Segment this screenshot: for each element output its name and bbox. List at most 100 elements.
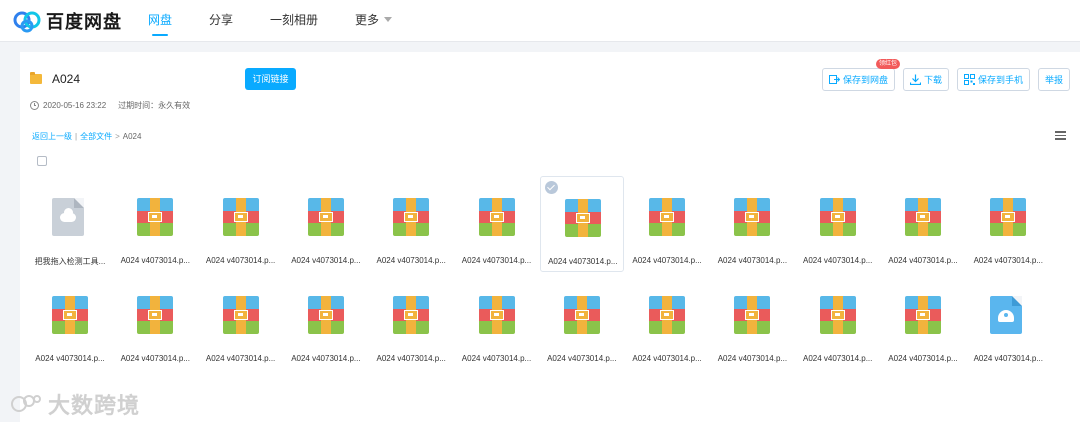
file-tile[interactable]: A024 v4073014.p... bbox=[625, 176, 709, 272]
zip-archive-icon bbox=[990, 198, 1027, 236]
save-to-phone-button[interactable]: 保存到手机 bbox=[956, 68, 1030, 91]
file-name: A024 v4073014.p... bbox=[973, 256, 1043, 265]
save-to-disk-button[interactable]: 保存到网盘 领红包 bbox=[821, 59, 900, 91]
zip-archive-icon bbox=[905, 198, 941, 236]
file-tile[interactable]: A024 v4073014.p... bbox=[455, 274, 539, 370]
file-tile[interactable]: A024 v4073014.p... bbox=[199, 274, 283, 370]
qr-code-icon bbox=[963, 74, 975, 85]
zip-archive-icon bbox=[734, 198, 771, 236]
download-button[interactable]: 下载 bbox=[902, 68, 949, 91]
watermark-text: 大数跨境 bbox=[48, 393, 141, 418]
file-name: A024 v4073014.p... bbox=[120, 256, 190, 265]
app-logo[interactable]: 百度网盘 bbox=[12, 8, 122, 34]
file-name: 把我拖入检测工具... bbox=[34, 257, 106, 266]
save-to-phone-label: 保存到手机 bbox=[977, 75, 1023, 85]
file-tile[interactable]: A024 v4073014.p... bbox=[540, 274, 624, 370]
file-tile[interactable]: A024 v4073014.p... bbox=[881, 274, 965, 370]
file-tile[interactable]: A024 v4073014.p... bbox=[710, 274, 794, 370]
file-name: A024 v4073014.p... bbox=[802, 354, 873, 363]
zip-archive-icon bbox=[649, 198, 686, 236]
nav-item-label: 网盘 bbox=[148, 13, 173, 27]
zip-archive-icon bbox=[393, 296, 430, 334]
file-tile[interactable]: A024 v4073014.p... bbox=[796, 176, 880, 272]
file-tile[interactable]: A024 v4073014.p... bbox=[369, 176, 453, 272]
file-tile[interactable]: A024 v4073014.p... bbox=[710, 176, 794, 272]
file-name: A024 v4073014.p... bbox=[120, 354, 190, 363]
action-toolbar: 保存到网盘 领红包 下载 保存到手机 举报 bbox=[814, 59, 1070, 91]
watermark-logo-icon bbox=[10, 391, 44, 417]
share-panel: A024 订阅链接 2020-05-16 23:22 过期时间：永久有效 保存到… bbox=[20, 52, 1080, 422]
main-nav: 网盘 分享 一刻相册 更多 bbox=[148, 0, 429, 42]
zip-archive-icon bbox=[905, 296, 941, 334]
check-circle-icon[interactable] bbox=[544, 181, 558, 194]
file-tile[interactable]: A024 v4073014.p... bbox=[113, 176, 197, 272]
breadcrumb: 返回上一级 | 全部文件 > A024 bbox=[32, 131, 141, 142]
baidu-netdisk-logo-icon bbox=[12, 8, 42, 34]
file-tile[interactable]: A024 v4073014.p... bbox=[966, 274, 1050, 370]
file-tile[interactable]: A024 v4073014.p... bbox=[284, 176, 368, 272]
folder-title: A024 bbox=[52, 72, 81, 86]
file-name: A024 v4073014.p... bbox=[888, 256, 958, 265]
download-label: 下载 bbox=[923, 75, 942, 85]
file-name: A024 v4073014.p... bbox=[376, 354, 446, 363]
subscribe-button[interactable]: 订阅链接 bbox=[245, 68, 296, 90]
zip-archive-icon bbox=[307, 198, 344, 236]
file-name: A024 v4073014.p... bbox=[632, 256, 702, 265]
zip-archive-icon bbox=[52, 296, 88, 334]
zip-archive-icon bbox=[819, 296, 856, 334]
report-button[interactable]: 举报 bbox=[1037, 68, 1070, 91]
breadcrumb-all-files-link[interactable]: 全部文件 bbox=[80, 131, 112, 142]
file-name: A024 v4073014.p... bbox=[205, 354, 276, 363]
zip-archive-icon bbox=[478, 198, 515, 236]
file-tile[interactable]: A024 v4073014.p... bbox=[455, 176, 539, 272]
select-all-checkbox[interactable] bbox=[37, 156, 47, 166]
report-label: 举报 bbox=[1044, 75, 1063, 85]
nav-item-label: 更多 bbox=[355, 13, 380, 27]
file-tile[interactable]: A024 v4073014.p... bbox=[796, 274, 880, 370]
file-tile[interactable]: A024 v4073014.p... bbox=[199, 176, 283, 272]
clock-icon bbox=[30, 101, 39, 110]
file-name: A024 v4073014.p... bbox=[205, 256, 276, 265]
file-tile[interactable]: A024 v4073014.p... bbox=[284, 274, 368, 370]
file-name: A024 v4073014.p... bbox=[547, 354, 617, 363]
download-icon bbox=[909, 74, 922, 86]
file-tile[interactable]: A024 v4073014.p... bbox=[625, 274, 709, 370]
file-name: A024 v4073014.p... bbox=[717, 354, 788, 363]
blue-document-icon bbox=[990, 296, 1026, 334]
chevron-down-icon bbox=[384, 17, 393, 22]
file-tile[interactable]: A024 v4073014.p... bbox=[28, 274, 112, 370]
file-tile[interactable]: 把我拖入检测工具... bbox=[28, 176, 112, 272]
file-tile[interactable]: A024 v4073014.p... bbox=[369, 274, 453, 370]
breadcrumb-back-link[interactable]: 返回上一级 bbox=[32, 131, 72, 142]
expiry-text: 过期时间：永久有效 bbox=[118, 101, 191, 110]
file-tile[interactable]: A024 v4073014.p... bbox=[539, 176, 624, 272]
file-name: A024 v4073014.p... bbox=[376, 256, 446, 265]
zip-archive-icon bbox=[307, 296, 344, 334]
zip-archive-icon bbox=[563, 296, 600, 334]
nav-item-netdisk[interactable]: 网盘 bbox=[148, 0, 172, 42]
file-tile[interactable]: A024 v4073014.p... bbox=[113, 274, 197, 370]
save-export-icon bbox=[828, 74, 841, 85]
zip-archive-icon bbox=[564, 199, 601, 237]
save-to-disk-label: 保存到网盘 bbox=[842, 75, 888, 85]
nav-item-share[interactable]: 分享 bbox=[209, 0, 233, 42]
file-tile[interactable]: A024 v4073014.p... bbox=[881, 176, 965, 272]
zip-archive-icon bbox=[137, 296, 174, 334]
zip-archive-icon bbox=[393, 198, 430, 236]
folder-icon bbox=[30, 72, 42, 84]
zip-archive-icon bbox=[819, 198, 856, 236]
zip-archive-icon bbox=[137, 198, 174, 236]
list-view-toggle-icon[interactable] bbox=[1055, 131, 1066, 140]
nav-item-album[interactable]: 一刻相册 bbox=[270, 0, 318, 42]
breadcrumb-divider: | bbox=[75, 132, 78, 141]
file-name: A024 v4073014.p... bbox=[461, 256, 532, 265]
file-tile[interactable]: A024 v4073014.p... bbox=[966, 176, 1050, 272]
zip-archive-icon bbox=[222, 296, 259, 334]
nav-item-more[interactable]: 更多 bbox=[355, 0, 393, 42]
breadcrumb-current: A024 bbox=[122, 132, 142, 141]
file-name: A024 v4073014.p... bbox=[548, 257, 618, 266]
file-name: A024 v4073014.p... bbox=[802, 256, 873, 265]
app-name: 百度网盘 bbox=[46, 12, 122, 32]
nav-item-label: 分享 bbox=[209, 13, 234, 27]
file-name: A024 v4073014.p... bbox=[717, 256, 788, 265]
